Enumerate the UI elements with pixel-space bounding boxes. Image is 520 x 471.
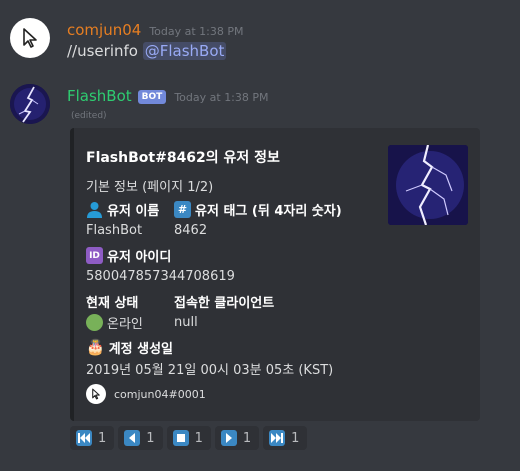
mention[interactable]: @FlashBot (142, 42, 227, 60)
field-tag-value: 8462 (174, 223, 208, 238)
embed-title: FlashBot#8462의 유저 정보 (86, 150, 280, 166)
field-created-label: 🎂 계정 생성일 (86, 338, 174, 358)
reaction-bar: 1 1 1 1 1 (70, 426, 308, 450)
reaction-next-page[interactable]: 1 (214, 426, 260, 450)
field-label-text: 유저 태그 (뒤 4자리 숫자) (195, 204, 342, 219)
reaction-count: 1 (146, 430, 155, 446)
bot-avatar[interactable] (10, 84, 50, 124)
reaction-last-page[interactable]: 1 (263, 426, 308, 450)
field-client-value: null (174, 315, 198, 330)
field-username-value: FlashBot (86, 223, 143, 238)
embed-footer: comjun04#0001 (86, 384, 206, 404)
bot-tag: BOT (137, 90, 167, 104)
cursor-icon (92, 388, 100, 400)
field-label-text: 유저 아이디 (107, 250, 172, 265)
timestamp: Today at 1:38 PM (174, 91, 269, 104)
user-silhouette-icon (87, 202, 102, 218)
message-content: //userinfo @FlashBot (67, 42, 227, 60)
cursor-icon (23, 28, 37, 48)
field-status-label: 현재 상태 (86, 296, 139, 311)
hash-icon: # (174, 201, 191, 218)
message-header: comjun04 Today at 1:38 PM (67, 21, 244, 39)
username[interactable]: comjun04 (67, 21, 141, 39)
field-status-value: 온라인 (86, 313, 143, 332)
field-label-text: 유저 이름 (107, 204, 160, 219)
reaction-first-page[interactable]: 1 (70, 426, 115, 450)
next-page-icon (220, 430, 237, 446)
id-icon: ID (86, 247, 103, 264)
reaction-previous-page[interactable]: 1 (118, 426, 163, 450)
footer-avatar (86, 384, 106, 404)
userinfo-embed: FlashBot#8462의 유저 정보 기본 정보 (페이지 1/2) 유저 … (70, 128, 480, 421)
status-text: 온라인 (107, 317, 143, 332)
lightning-thumbnail-icon (388, 145, 468, 225)
field-id-value: 580047857344708619 (86, 269, 235, 284)
reaction-count: 1 (291, 430, 300, 446)
stop-icon (172, 430, 189, 446)
field-username-label: 유저 이름 (86, 200, 159, 219)
footer-text: comjun04#0001 (114, 387, 206, 401)
username[interactable]: FlashBot (67, 87, 132, 105)
lightning-avatar-icon (10, 84, 50, 124)
embed-description: 기본 정보 (페이지 1/2) (86, 180, 214, 195)
field-id-label: ID 유저 아이디 (86, 246, 171, 265)
first-page-icon (76, 430, 92, 446)
online-circle-icon (86, 314, 103, 331)
reaction-count: 1 (242, 430, 252, 446)
field-tag-label: # 유저 태그 (뒤 4자리 숫자) (174, 200, 342, 219)
edited-label: (edited) (71, 111, 107, 121)
reaction-count: 1 (98, 430, 107, 446)
message-header: FlashBot BOT Today at 1:38 PM (67, 87, 269, 106)
command-text: //userinfo (67, 42, 143, 60)
birthday-cake-icon: 🎂 (86, 338, 105, 356)
field-label-text: 계정 생성일 (108, 342, 174, 357)
field-created-value: 2019년 05월 21일 00시 03분 05초 (KST) (86, 363, 334, 378)
reaction-stop[interactable]: 1 (166, 426, 211, 450)
last-page-icon (269, 430, 286, 446)
timestamp: Today at 1:38 PM (149, 25, 244, 38)
user-avatar[interactable] (10, 18, 50, 58)
previous-page-icon (124, 430, 141, 446)
embed-thumbnail[interactable] (388, 145, 468, 225)
reaction-count: 1 (194, 430, 203, 446)
field-client-label: 접속한 클라이언트 (174, 296, 275, 311)
